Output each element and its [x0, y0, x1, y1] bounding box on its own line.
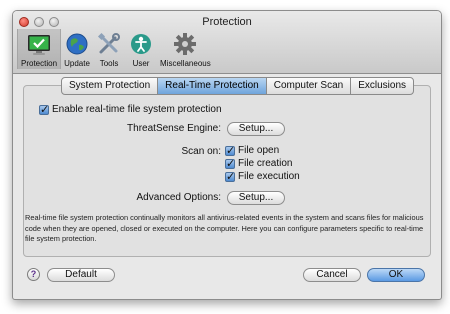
- file-execution-label: File execution: [238, 171, 300, 182]
- enable-protection-checkbox[interactable]: [39, 103, 49, 116]
- threatsense-label: ThreatSense Engine:: [127, 123, 221, 134]
- tab-system-protection[interactable]: System Protection: [62, 78, 159, 94]
- preferences-window: Protection Protection Update Tools User …: [12, 10, 442, 300]
- tab-computer-scan[interactable]: Computer Scan: [267, 78, 352, 94]
- toolbar-item-tools[interactable]: Tools: [93, 29, 125, 69]
- tab-bar: System Protection Real-Time Protection C…: [61, 77, 415, 95]
- scan-file-execution-row: File execution: [225, 170, 300, 183]
- toolbar-label: Protection: [21, 59, 58, 68]
- threatsense-setup-button[interactable]: Setup...: [227, 122, 285, 136]
- toolbar-label: Miscellaneous: [160, 59, 211, 68]
- title-bar: Protection Protection Update Tools User …: [13, 11, 441, 74]
- window-title: Protection: [202, 16, 252, 28]
- user-icon: [131, 34, 152, 54]
- tools-icon: [97, 32, 121, 54]
- enable-protection-label: Enable real-time file system protection: [52, 104, 222, 115]
- enable-protection-row: Enable real-time file system protection: [39, 103, 222, 116]
- file-open-label: File open: [238, 145, 280, 156]
- gear-icon: [174, 33, 197, 55]
- cancel-button[interactable]: Cancel: [303, 268, 361, 282]
- toolbar: Protection Update Tools User Miscellaneo…: [17, 29, 214, 69]
- file-execution-checkbox[interactable]: [225, 170, 235, 183]
- toolbar-label: User: [132, 59, 150, 68]
- toolbar-item-protection[interactable]: Protection: [17, 29, 62, 69]
- toolbar-item-update[interactable]: Update: [61, 29, 93, 69]
- advanced-setup-button[interactable]: Setup...: [227, 191, 285, 205]
- file-open-checkbox[interactable]: [225, 144, 235, 157]
- monitor-check-icon: [28, 35, 51, 55]
- tab-exclusions[interactable]: Exclusions: [351, 78, 413, 94]
- toolbar-item-miscellaneous[interactable]: Miscellaneous: [157, 29, 214, 69]
- description-text: Real-time file system protection continu…: [25, 213, 424, 243]
- file-creation-checkbox[interactable]: [225, 157, 235, 170]
- tab-real-time-protection[interactable]: Real-Time Protection: [158, 78, 267, 94]
- toolbar-item-user[interactable]: User: [125, 29, 157, 69]
- toolbar-label: Tools: [99, 59, 119, 68]
- scan-on-label: Scan on:: [181, 146, 221, 157]
- help-button[interactable]: ?: [27, 268, 40, 281]
- file-creation-label: File creation: [238, 158, 293, 169]
- ok-button[interactable]: OK: [367, 268, 425, 282]
- advanced-options-label: Advanced Options:: [136, 192, 222, 203]
- default-button[interactable]: Default: [47, 268, 115, 282]
- toolbar-label: Update: [64, 59, 90, 68]
- scan-file-creation-row: File creation: [225, 157, 293, 170]
- globe-icon: [66, 33, 88, 55]
- scan-file-open-row: File open: [225, 144, 280, 157]
